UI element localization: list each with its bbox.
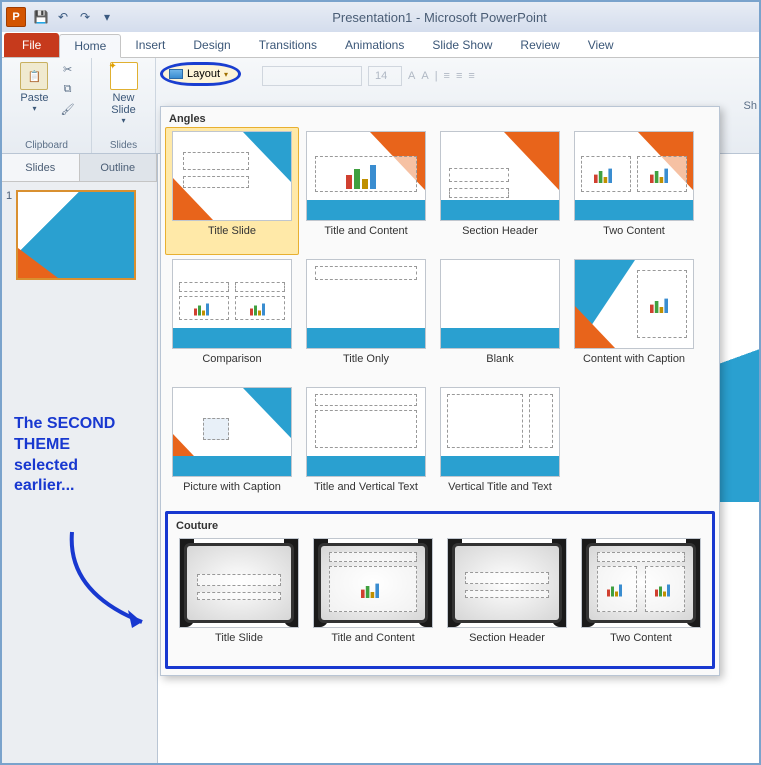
layout-button[interactable]: Layout ▾ — [160, 62, 241, 86]
layout-item-label: Title Only — [303, 353, 429, 379]
annotation-arrow-icon — [62, 522, 172, 642]
slide-number: 1 — [6, 190, 12, 202]
new-slide-icon: ✦ — [110, 62, 138, 90]
save-button[interactable]: 💾 — [32, 8, 50, 26]
new-slide-button[interactable]: ✦ New Slide ▾ — [106, 60, 142, 134]
layout-item-vertical-title-text[interactable]: Vertical Title and Text — [433, 383, 567, 511]
tab-file[interactable]: File — [4, 33, 59, 57]
layout-item-label: Two Content — [578, 632, 704, 658]
layout-dropdown: Angles Title Slide Title and Content Sec… — [160, 106, 720, 676]
app-icon: P — [6, 7, 26, 27]
layout-item-title-only[interactable]: Title Only — [299, 255, 433, 383]
disabled-font-controls: 14 AA|≡≡≡ — [262, 66, 729, 86]
layout-item-title-vertical-text[interactable]: Title and Vertical Text — [299, 383, 433, 511]
tab-animations[interactable]: Animations — [331, 33, 418, 57]
layout-icon — [169, 69, 183, 79]
shapes-hint: Sh — [744, 100, 757, 112]
tab-slideshow[interactable]: Slide Show — [418, 33, 506, 57]
paste-button[interactable]: 📋 Paste ▾ — [16, 60, 52, 134]
layout-item-label: Picture with Caption — [169, 481, 295, 507]
layout-item-label: Vertical Title and Text — [437, 481, 563, 507]
layout-item-two-content[interactable]: Two Content — [567, 127, 701, 255]
paste-icon: 📋 — [20, 62, 48, 90]
layout-item-couture-two-content[interactable]: Two Content — [574, 534, 708, 662]
layout-item-label: Section Header — [444, 632, 570, 658]
layout-item-content-caption[interactable]: Content with Caption — [567, 255, 701, 383]
layout-item-label: Section Header — [437, 225, 563, 251]
slides-group-label: Slides — [92, 140, 155, 151]
layout-item-blank[interactable]: Blank — [433, 255, 567, 383]
layout-item-title-content[interactable]: Title and Content — [299, 127, 433, 255]
layout-item-section-header[interactable]: Section Header — [433, 127, 567, 255]
title-bar: P 💾 ↶ ↷ ▾ Presentation1 - Microsoft Powe… — [2, 2, 759, 32]
layout-item-couture-title-slide[interactable]: Title Slide — [172, 534, 306, 662]
quick-access-toolbar: 💾 ↶ ↷ ▾ — [32, 8, 116, 26]
layout-item-label: Title and Vertical Text — [303, 481, 429, 507]
paste-label: Paste — [20, 92, 48, 104]
layout-group-couture: Couture — [168, 514, 712, 534]
couture-highlight-box: Couture Title Slide Title and Content Se… — [165, 511, 715, 669]
slide-canvas-edge — [719, 262, 759, 502]
slide-thumbnail-1[interactable] — [16, 190, 136, 280]
slide-thumbnail-row[interactable]: 1 — [2, 182, 157, 288]
tab-review[interactable]: Review — [506, 33, 573, 57]
pane-tab-outline[interactable]: Outline — [80, 154, 158, 181]
layout-item-picture-caption[interactable]: Picture with Caption — [165, 383, 299, 511]
annotation-text: The SECOND THEME selected earlier... — [14, 414, 134, 497]
layout-item-couture-section-header[interactable]: Section Header — [440, 534, 574, 662]
ribbon-tabs: File Home Insert Design Transitions Anim… — [2, 32, 759, 58]
layout-item-title-slide[interactable]: Title Slide — [165, 127, 299, 255]
layout-group-angles: Angles — [161, 107, 719, 127]
layout-item-label: Blank — [437, 353, 563, 379]
layout-item-label: Title Slide — [169, 225, 295, 251]
layout-item-label: Two Content — [571, 225, 697, 251]
layout-item-label: Title and Content — [310, 632, 436, 658]
window-title: Presentation1 - Microsoft PowerPoint — [124, 10, 755, 25]
cut-button[interactable]: ✂ — [59, 60, 77, 78]
qat-more-button[interactable]: ▾ — [98, 8, 116, 26]
tab-insert[interactable]: Insert — [121, 33, 179, 57]
ribbon-group-slides: ✦ New Slide ▾ Slides — [92, 58, 156, 153]
font-size-box: 14 — [368, 66, 402, 86]
redo-button[interactable]: ↷ — [76, 8, 94, 26]
copy-button[interactable]: ⧉ — [59, 80, 77, 98]
chevron-down-icon: ▾ — [224, 70, 228, 79]
layout-item-label: Content with Caption — [571, 353, 697, 379]
font-name-box — [262, 66, 362, 86]
layout-item-label: Comparison — [169, 353, 295, 379]
tab-transitions[interactable]: Transitions — [245, 33, 331, 57]
pane-tab-slides[interactable]: Slides — [2, 154, 80, 181]
layout-item-couture-title-content[interactable]: Title and Content — [306, 534, 440, 662]
format-painter-button[interactable]: 🖌 — [59, 100, 77, 118]
layout-item-label: Title and Content — [303, 225, 429, 251]
layout-item-comparison[interactable]: Comparison — [165, 255, 299, 383]
new-slide-label: New Slide — [111, 92, 135, 116]
layout-grid-couture: Title Slide Title and Content Section He… — [168, 534, 712, 662]
tab-home[interactable]: Home — [59, 34, 121, 58]
clipboard-group-label: Clipboard — [2, 140, 91, 151]
layout-grid-angles: Title Slide Title and Content Section He… — [161, 127, 719, 511]
ribbon-group-clipboard: 📋 Paste ▾ ✂ ⧉ 🖌 Clipboard — [2, 58, 92, 153]
tab-view[interactable]: View — [574, 33, 628, 57]
pane-tabs: Slides Outline — [2, 154, 157, 182]
tab-design[interactable]: Design — [179, 33, 244, 57]
undo-button[interactable]: ↶ — [54, 8, 72, 26]
layout-item-label: Title Slide — [176, 632, 302, 658]
layout-label: Layout — [187, 68, 220, 80]
